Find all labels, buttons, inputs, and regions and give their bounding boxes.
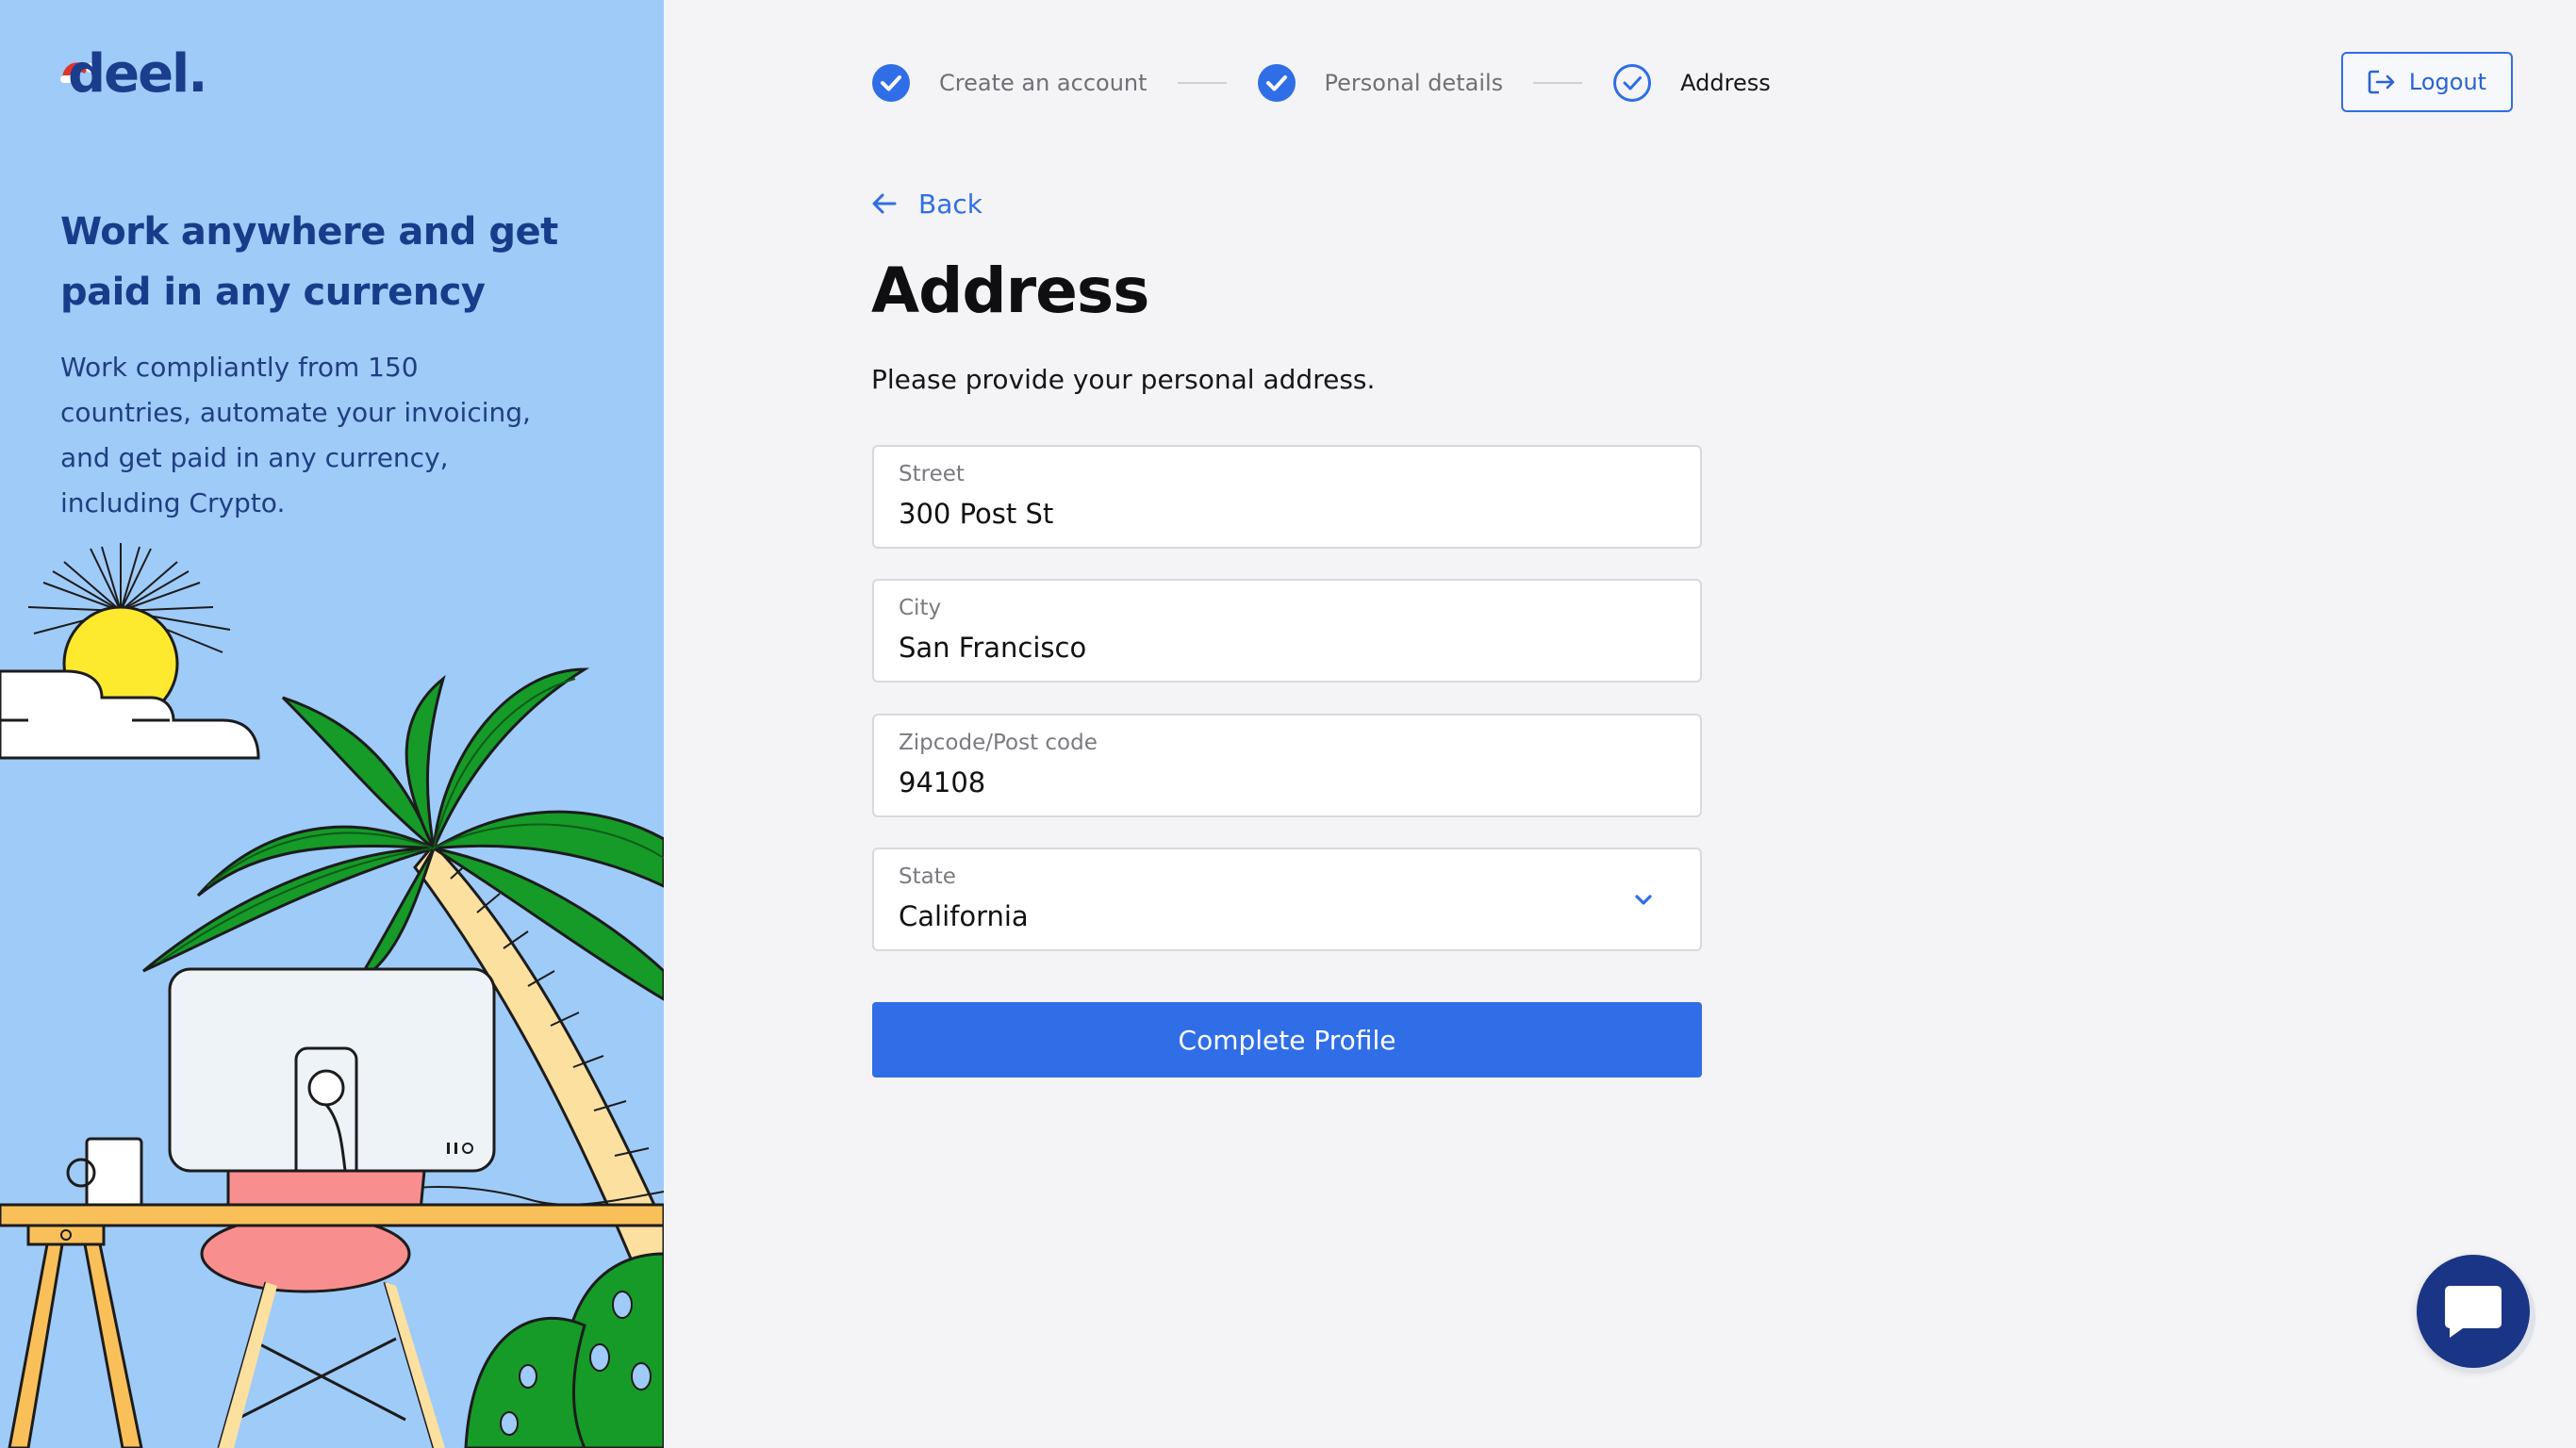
city-input[interactable]: San Francisco bbox=[899, 632, 1086, 664]
progress-stepper: Create an account Personal details Addre… bbox=[871, 60, 1771, 106]
state-value[interactable]: California bbox=[899, 900, 1029, 932]
left-subtext: Work compliantly from 150 countries, aut… bbox=[60, 352, 531, 518]
zipcode-field[interactable]: Zipcode/Post code 94108 bbox=[872, 714, 1702, 817]
street-label: Street bbox=[899, 462, 965, 486]
chat-support-button[interactable] bbox=[2417, 1255, 2530, 1368]
chat-icon bbox=[2445, 1286, 2502, 1338]
step-address: Address bbox=[1612, 63, 1771, 103]
back-label: Back bbox=[918, 188, 983, 220]
street-input[interactable]: 300 Post St bbox=[899, 498, 1053, 530]
step-connector bbox=[1533, 82, 1583, 84]
page-description: Please provide your personal address. bbox=[871, 364, 1376, 395]
step-create-account: Create an account bbox=[871, 63, 1148, 103]
state-label: State bbox=[899, 864, 956, 889]
logo-text: deel. bbox=[68, 43, 208, 105]
chevron-down-icon[interactable] bbox=[1630, 887, 1657, 913]
check-circle-outline-icon bbox=[1613, 64, 1652, 102]
zipcode-label: Zipcode/Post code bbox=[899, 731, 1098, 755]
city-field[interactable]: City San Francisco bbox=[872, 579, 1702, 683]
deel-logo[interactable]: deel. bbox=[58, 43, 219, 115]
check-circle-icon bbox=[1257, 64, 1296, 102]
back-link[interactable]: Back bbox=[871, 185, 983, 222]
zipcode-input[interactable]: 94108 bbox=[899, 766, 985, 798]
complete-profile-button[interactable]: Complete Profile bbox=[872, 1002, 1702, 1078]
left-headline: Work anywhere and get paid in any curren… bbox=[60, 210, 558, 314]
step-personal-details: Personal details bbox=[1257, 63, 1504, 103]
street-field[interactable]: Street 300 Post St bbox=[872, 445, 1702, 549]
left-panel: deel. Work anywhere and get paid in any … bbox=[0, 0, 664, 1448]
logout-label: Logout bbox=[2408, 69, 2487, 95]
arrow-left-icon bbox=[872, 193, 897, 214]
step-label: Personal details bbox=[1324, 70, 1504, 96]
beach-workspace-illustration bbox=[0, 543, 664, 1448]
logout-button[interactable]: Logout bbox=[2341, 52, 2513, 112]
state-select[interactable]: State California bbox=[872, 847, 1702, 951]
logout-icon bbox=[2368, 70, 2395, 94]
step-label: Create an account bbox=[939, 70, 1148, 96]
step-connector bbox=[1177, 82, 1227, 84]
city-label: City bbox=[899, 596, 942, 620]
page-title: Address bbox=[871, 255, 1149, 327]
step-label: Address bbox=[1680, 70, 1771, 96]
check-circle-icon bbox=[872, 64, 910, 102]
